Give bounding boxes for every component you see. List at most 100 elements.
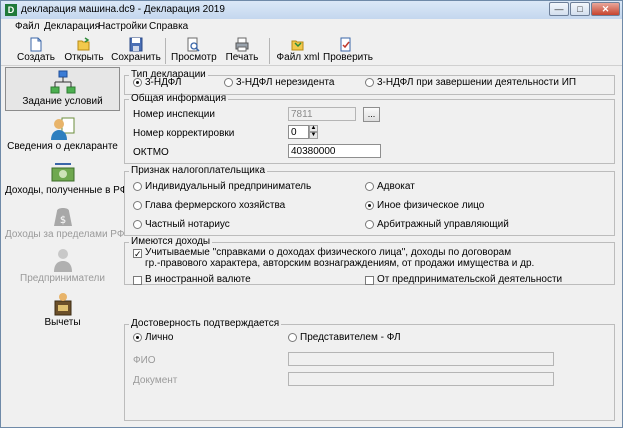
sidebar-item-income-abroad[interactable]: $ Доходы за пределами РФ bbox=[5, 203, 125, 243]
create-label: Создать bbox=[16, 52, 55, 63]
spin-up-icon[interactable]: ▲ bbox=[309, 125, 318, 132]
open-folder-icon bbox=[77, 37, 90, 51]
sidebar-item-declarant[interactable]: Сведения о декларанте bbox=[5, 115, 120, 155]
taxpayer-ip-radio[interactable] bbox=[133, 182, 142, 191]
income-certified-label-line2: гр.-правового характера, авторским возна… bbox=[145, 258, 535, 269]
check-document-icon bbox=[340, 37, 351, 52]
toolbar: Создать Открыть Сохранить Просмотр Печат… bbox=[1, 36, 622, 66]
menu-help[interactable]: Справка bbox=[149, 21, 188, 32]
sidebar-item-deductions[interactable]: Вычеты bbox=[5, 291, 120, 331]
main-panel: Тип декларации 3-НДФЛ 3-НДФЛ нерезидента… bbox=[124, 67, 617, 424]
entrepreneurs-icon bbox=[53, 249, 72, 272]
menu-declaration[interactable]: Декларация bbox=[44, 21, 100, 32]
preview-icon bbox=[187, 37, 200, 52]
app-icon: D bbox=[5, 4, 17, 16]
sidebar-item-label: Вычеты bbox=[44, 317, 81, 328]
inspection-number-input[interactable] bbox=[288, 107, 356, 121]
fio-input[interactable] bbox=[288, 352, 554, 366]
correction-number-input[interactable] bbox=[288, 125, 309, 139]
deductions-icon bbox=[54, 293, 71, 316]
income-foreign-label: В иностранной валюте bbox=[145, 274, 251, 285]
menu-file[interactable]: Файл bbox=[15, 21, 40, 32]
taxpayer-notary-label: Частный нотариус bbox=[145, 219, 230, 230]
declarant-icon bbox=[50, 117, 74, 140]
taxpayer-farm-label: Глава фермерского хозяйства bbox=[145, 200, 286, 211]
oktmo-label: ОКТМО bbox=[133, 147, 169, 158]
decl-type-3ndfl-label: 3-НДФЛ bbox=[145, 77, 182, 88]
open-label: Открыть bbox=[64, 52, 104, 63]
preview-label: Просмотр bbox=[171, 52, 217, 63]
print-button[interactable]: Печать bbox=[223, 36, 261, 66]
toolbar-separator bbox=[269, 38, 270, 64]
open-button[interactable]: Открыть bbox=[63, 36, 105, 66]
sidebar-item-label: Доходы за пределами РФ bbox=[5, 229, 125, 240]
decl-type-nonresident-label: 3-НДФЛ нерезидента bbox=[236, 77, 335, 88]
taxpayer-arbitration-radio[interactable] bbox=[365, 220, 374, 229]
taxpayer-ip-label: Индивидуальный предприниматель bbox=[145, 181, 312, 192]
sidebar-item-entrepreneurs[interactable]: Предприниматели bbox=[5, 247, 120, 287]
save-label: Сохранить bbox=[111, 52, 161, 63]
confirm-personal-radio[interactable] bbox=[133, 333, 142, 342]
sidebar-item-label: Задание условий bbox=[22, 96, 103, 107]
oktmo-input[interactable] bbox=[288, 144, 381, 158]
maximize-button[interactable]: □ bbox=[570, 2, 590, 16]
correction-number-label: Номер корректировки bbox=[133, 128, 235, 139]
print-label: Печать bbox=[225, 52, 259, 63]
inspection-number-label: Номер инспекции bbox=[133, 109, 215, 120]
xml-file-icon bbox=[291, 40, 304, 51]
taxpayer-lawyer-radio[interactable] bbox=[365, 182, 374, 191]
income-certified-label-line1: Учитываемые "справками о доходах физичес… bbox=[145, 247, 512, 258]
confirm-representative-radio[interactable] bbox=[288, 333, 297, 342]
income-certified-checkbox[interactable]: ✓ bbox=[133, 249, 142, 259]
document-label: Документ bbox=[133, 375, 178, 386]
confirm-personal-label: Лично bbox=[145, 332, 174, 343]
menu-bar: Файл Декларация Настройки Справка bbox=[1, 19, 622, 36]
taxpayer-lawyer-label: Адвокат bbox=[377, 181, 415, 192]
new-document-icon bbox=[30, 37, 42, 52]
taxpayer-farm-radio[interactable] bbox=[133, 201, 142, 210]
taxpayer-other-person-label: Иное физическое лицо bbox=[377, 200, 485, 211]
sidebar: Задание условий Сведения о декларанте До… bbox=[5, 67, 128, 424]
fio-label: ФИО bbox=[133, 355, 156, 366]
decl-type-nonresident-radio[interactable] bbox=[224, 78, 233, 87]
income-abroad-icon: $ bbox=[53, 208, 72, 226]
check-button[interactable]: Проверить bbox=[323, 36, 374, 66]
taxpayer-notary-radio[interactable] bbox=[133, 220, 142, 229]
app-window: D декларация машина.dc9 - Декларация 201… bbox=[0, 0, 623, 428]
save-disk-icon bbox=[129, 37, 143, 52]
check-label: Проверить bbox=[323, 52, 374, 63]
general-info-legend: Общая информация bbox=[131, 93, 227, 104]
income-foreign-checkbox[interactable] bbox=[133, 276, 142, 285]
sidebar-item-label: Сведения о декларанте bbox=[7, 141, 118, 152]
inspection-browse-button[interactable]: ... bbox=[363, 107, 380, 122]
income-business-checkbox[interactable] bbox=[365, 276, 374, 285]
decl-type-ip-end-label: 3-НДФЛ при завершении деятельности ИП bbox=[377, 77, 577, 88]
preview-button[interactable]: Просмотр bbox=[171, 36, 217, 66]
xml-file-label: Файл xml bbox=[276, 52, 320, 63]
income-rf-icon bbox=[51, 163, 74, 182]
save-button[interactable]: Сохранить bbox=[111, 36, 161, 66]
spin-down-icon[interactable]: ▼ bbox=[309, 132, 318, 139]
title-bar: D декларация машина.dc9 - Декларация 201… bbox=[1, 1, 622, 19]
create-button[interactable]: Создать bbox=[15, 36, 57, 66]
svg-text:$: $ bbox=[59, 215, 65, 226]
xml-file-button[interactable]: Файл xml bbox=[275, 36, 321, 66]
sidebar-item-income-rf[interactable]: Доходы, полученные в РФ bbox=[5, 159, 128, 199]
taxpayer-other-person-radio[interactable] bbox=[365, 201, 374, 210]
minimize-button[interactable]: — bbox=[549, 2, 569, 16]
toolbar-separator bbox=[165, 38, 166, 64]
window-title: декларация машина.dc9 - Декларация 2019 bbox=[21, 4, 225, 15]
sidebar-item-label: Доходы, полученные в РФ bbox=[5, 185, 128, 196]
decl-type-3ndfl-radio[interactable] bbox=[133, 78, 142, 87]
sidebar-item-conditions[interactable]: Задание условий bbox=[5, 67, 120, 111]
income-legend: Имеются доходы bbox=[131, 236, 211, 247]
confirm-representative-label: Представителем - ФЛ bbox=[300, 332, 401, 343]
decl-type-ip-end-radio[interactable] bbox=[365, 78, 374, 87]
menu-settings[interactable]: Настройки bbox=[98, 21, 147, 32]
taxpayer-arbitration-label: Арбитражный управляющий bbox=[377, 219, 509, 230]
conditions-icon bbox=[50, 70, 75, 94]
document-input[interactable] bbox=[288, 372, 554, 386]
taxpayer-legend: Признак налогоплательщика bbox=[131, 165, 266, 176]
close-button[interactable]: ✕ bbox=[591, 2, 620, 16]
printer-icon bbox=[235, 37, 249, 52]
